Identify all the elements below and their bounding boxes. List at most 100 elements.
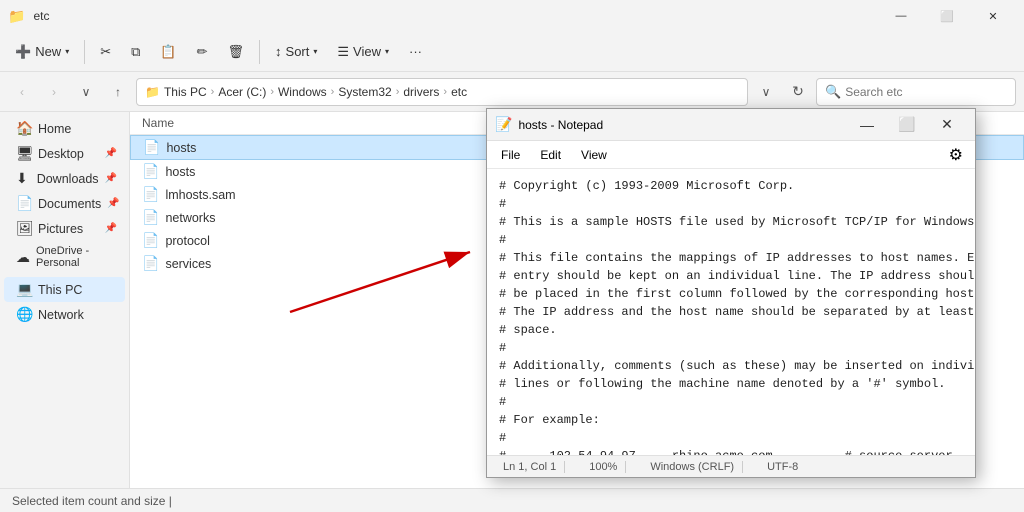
cut-icon: ✂: [100, 44, 111, 60]
sidebar-item-onedrive[interactable]: ☁ OneDrive - Personal: [4, 241, 125, 273]
desktop-icon: 🖥: [16, 145, 32, 162]
notepad-menu-view[interactable]: View: [571, 144, 617, 166]
notepad-content-area[interactable]: # Copyright (c) 1993-2009 Microsoft Corp…: [487, 169, 975, 455]
copy-button[interactable]: ⧉: [122, 39, 149, 65]
sidebar-network-label: Network: [38, 308, 84, 322]
sidebar-item-thispc[interactable]: 💻 This PC: [4, 277, 125, 302]
notepad-line-ending: Windows (CRLF): [642, 461, 743, 473]
path-sep-2: ›: [270, 86, 274, 98]
file-icon: 📄: [142, 255, 159, 272]
address-dropdown-button[interactable]: ∨: [752, 78, 780, 106]
sidebar-desktop-label: Desktop: [38, 147, 84, 161]
onedrive-icon: ☁: [16, 249, 30, 266]
sort-button[interactable]: ↕ Sort ▾: [266, 39, 326, 64]
refresh-button[interactable]: ↻: [784, 78, 812, 106]
sidebar-item-network[interactable]: 🌐 Network: [4, 302, 125, 327]
path-sep-5: ›: [443, 86, 447, 98]
path-thispc: This PC: [164, 85, 207, 99]
forward-button[interactable]: ›: [40, 78, 68, 106]
toolbar-separator: [84, 40, 85, 64]
sidebar-item-downloads[interactable]: ⬇ Downloads 📌: [4, 166, 125, 191]
path-icon: 📁: [145, 85, 160, 99]
delete-icon: 🗑: [228, 44, 245, 60]
notepad-menu-edit[interactable]: Edit: [530, 144, 571, 166]
address-bar: ‹ › ∨ ↑ 📁 This PC › Acer (C:) › Windows …: [0, 72, 1024, 112]
paste-button[interactable]: 📋: [151, 39, 185, 65]
back-button[interactable]: ‹: [8, 78, 36, 106]
notepad-title: hosts - Notepad: [518, 118, 847, 132]
title-bar: 📁 etc — ⬜ ✕: [0, 0, 1024, 32]
path-system32: System32: [338, 85, 391, 99]
notepad-menubar: File Edit View ⚙: [487, 141, 975, 169]
address-path[interactable]: 📁 This PC › Acer (C:) › Windows › System…: [136, 78, 748, 106]
sidebar-documents-label: Documents: [38, 197, 101, 211]
sidebar-home-label: Home: [38, 122, 71, 136]
rename-button[interactable]: ✏: [188, 39, 217, 65]
settings-icon[interactable]: ⚙: [941, 141, 971, 169]
path-etc: etc: [451, 85, 467, 99]
thispc-icon: 💻: [16, 281, 32, 298]
new-button[interactable]: ➕ New ▾: [6, 39, 78, 65]
notepad-cursor-position: Ln 1, Col 1: [495, 461, 565, 473]
file-icon: 📄: [142, 232, 159, 249]
new-chevron-icon: ▾: [65, 47, 69, 56]
paste-icon: 📋: [160, 44, 176, 60]
cut-button[interactable]: ✂: [91, 39, 120, 65]
sidebar: 🏠 Home 🖥 Desktop 📌 ⬇ Downloads 📌 📄 Docum…: [0, 112, 130, 488]
window-controls: — ⬜ ✕: [878, 0, 1016, 32]
up-button[interactable]: ↑: [104, 78, 132, 106]
file-icon: 📄: [142, 209, 159, 226]
path-sep-1: ›: [211, 86, 215, 98]
path-sep-3: ›: [331, 86, 335, 98]
search-icon: 🔍: [825, 84, 841, 100]
path-sep-4: ›: [396, 86, 400, 98]
home-icon: 🏠: [16, 120, 32, 137]
notepad-minimize-button[interactable]: —: [847, 109, 887, 141]
status-bar: Selected item count and size |: [0, 488, 1024, 512]
path-drive: Acer (C:): [218, 85, 266, 99]
notepad-maximize-button[interactable]: ⬜: [887, 109, 927, 141]
close-button[interactable]: ✕: [970, 0, 1016, 32]
minimize-button[interactable]: —: [878, 0, 924, 32]
search-input[interactable]: [845, 85, 1007, 99]
maximize-button[interactable]: ⬜: [924, 0, 970, 32]
sidebar-downloads-label: Downloads: [37, 172, 99, 186]
notepad-window: 📝 hosts - Notepad — ⬜ ✕ File Edit View ⚙…: [486, 108, 976, 478]
pin-icon: 📌: [105, 148, 117, 159]
sidebar-item-documents[interactable]: 📄 Documents 📌: [4, 191, 125, 216]
file-icon: 📄: [142, 186, 159, 203]
rename-icon: ✏: [197, 44, 208, 60]
notepad-zoom: 100%: [581, 461, 626, 473]
sidebar-item-pictures[interactable]: 🖼 Pictures 📌: [4, 216, 125, 241]
sort-icon: ↕: [275, 44, 282, 59]
app-icon: 📁: [8, 8, 25, 25]
downloads-pin-icon: 📌: [105, 173, 117, 184]
pictures-icon: 🖼: [16, 220, 32, 237]
copy-icon: ⧉: [131, 44, 140, 60]
file-icon: 📄: [142, 163, 159, 180]
expand-button[interactable]: ∨: [72, 78, 100, 106]
sidebar-item-home[interactable]: 🏠 Home: [4, 116, 125, 141]
downloads-icon: ⬇: [16, 170, 31, 187]
notepad-window-controls: — ⬜ ✕: [847, 109, 967, 141]
network-icon: 🌐: [16, 306, 32, 323]
view-icon: ☰: [337, 44, 349, 60]
notepad-close-button[interactable]: ✕: [927, 109, 967, 141]
more-button[interactable]: ···: [400, 39, 431, 64]
documents-icon: 📄: [16, 195, 32, 212]
sidebar-thispc-label: This PC: [38, 283, 82, 297]
sidebar-onedrive-label: OneDrive - Personal: [36, 245, 117, 269]
documents-pin-icon: 📌: [107, 198, 119, 209]
notepad-menu-file[interactable]: File: [491, 144, 530, 166]
delete-button[interactable]: 🗑: [219, 39, 254, 65]
file-icon: 📄: [143, 139, 160, 156]
path-drivers: drivers: [403, 85, 439, 99]
search-box[interactable]: 🔍: [816, 78, 1016, 106]
view-button[interactable]: ☰ View ▾: [328, 39, 398, 65]
notepad-app-icon: 📝: [495, 116, 512, 133]
view-chevron-icon: ▾: [385, 47, 389, 56]
pictures-pin-icon: 📌: [105, 223, 117, 234]
new-icon: ➕: [15, 44, 31, 60]
sidebar-pictures-label: Pictures: [38, 222, 83, 236]
sidebar-item-desktop[interactable]: 🖥 Desktop 📌: [4, 141, 125, 166]
